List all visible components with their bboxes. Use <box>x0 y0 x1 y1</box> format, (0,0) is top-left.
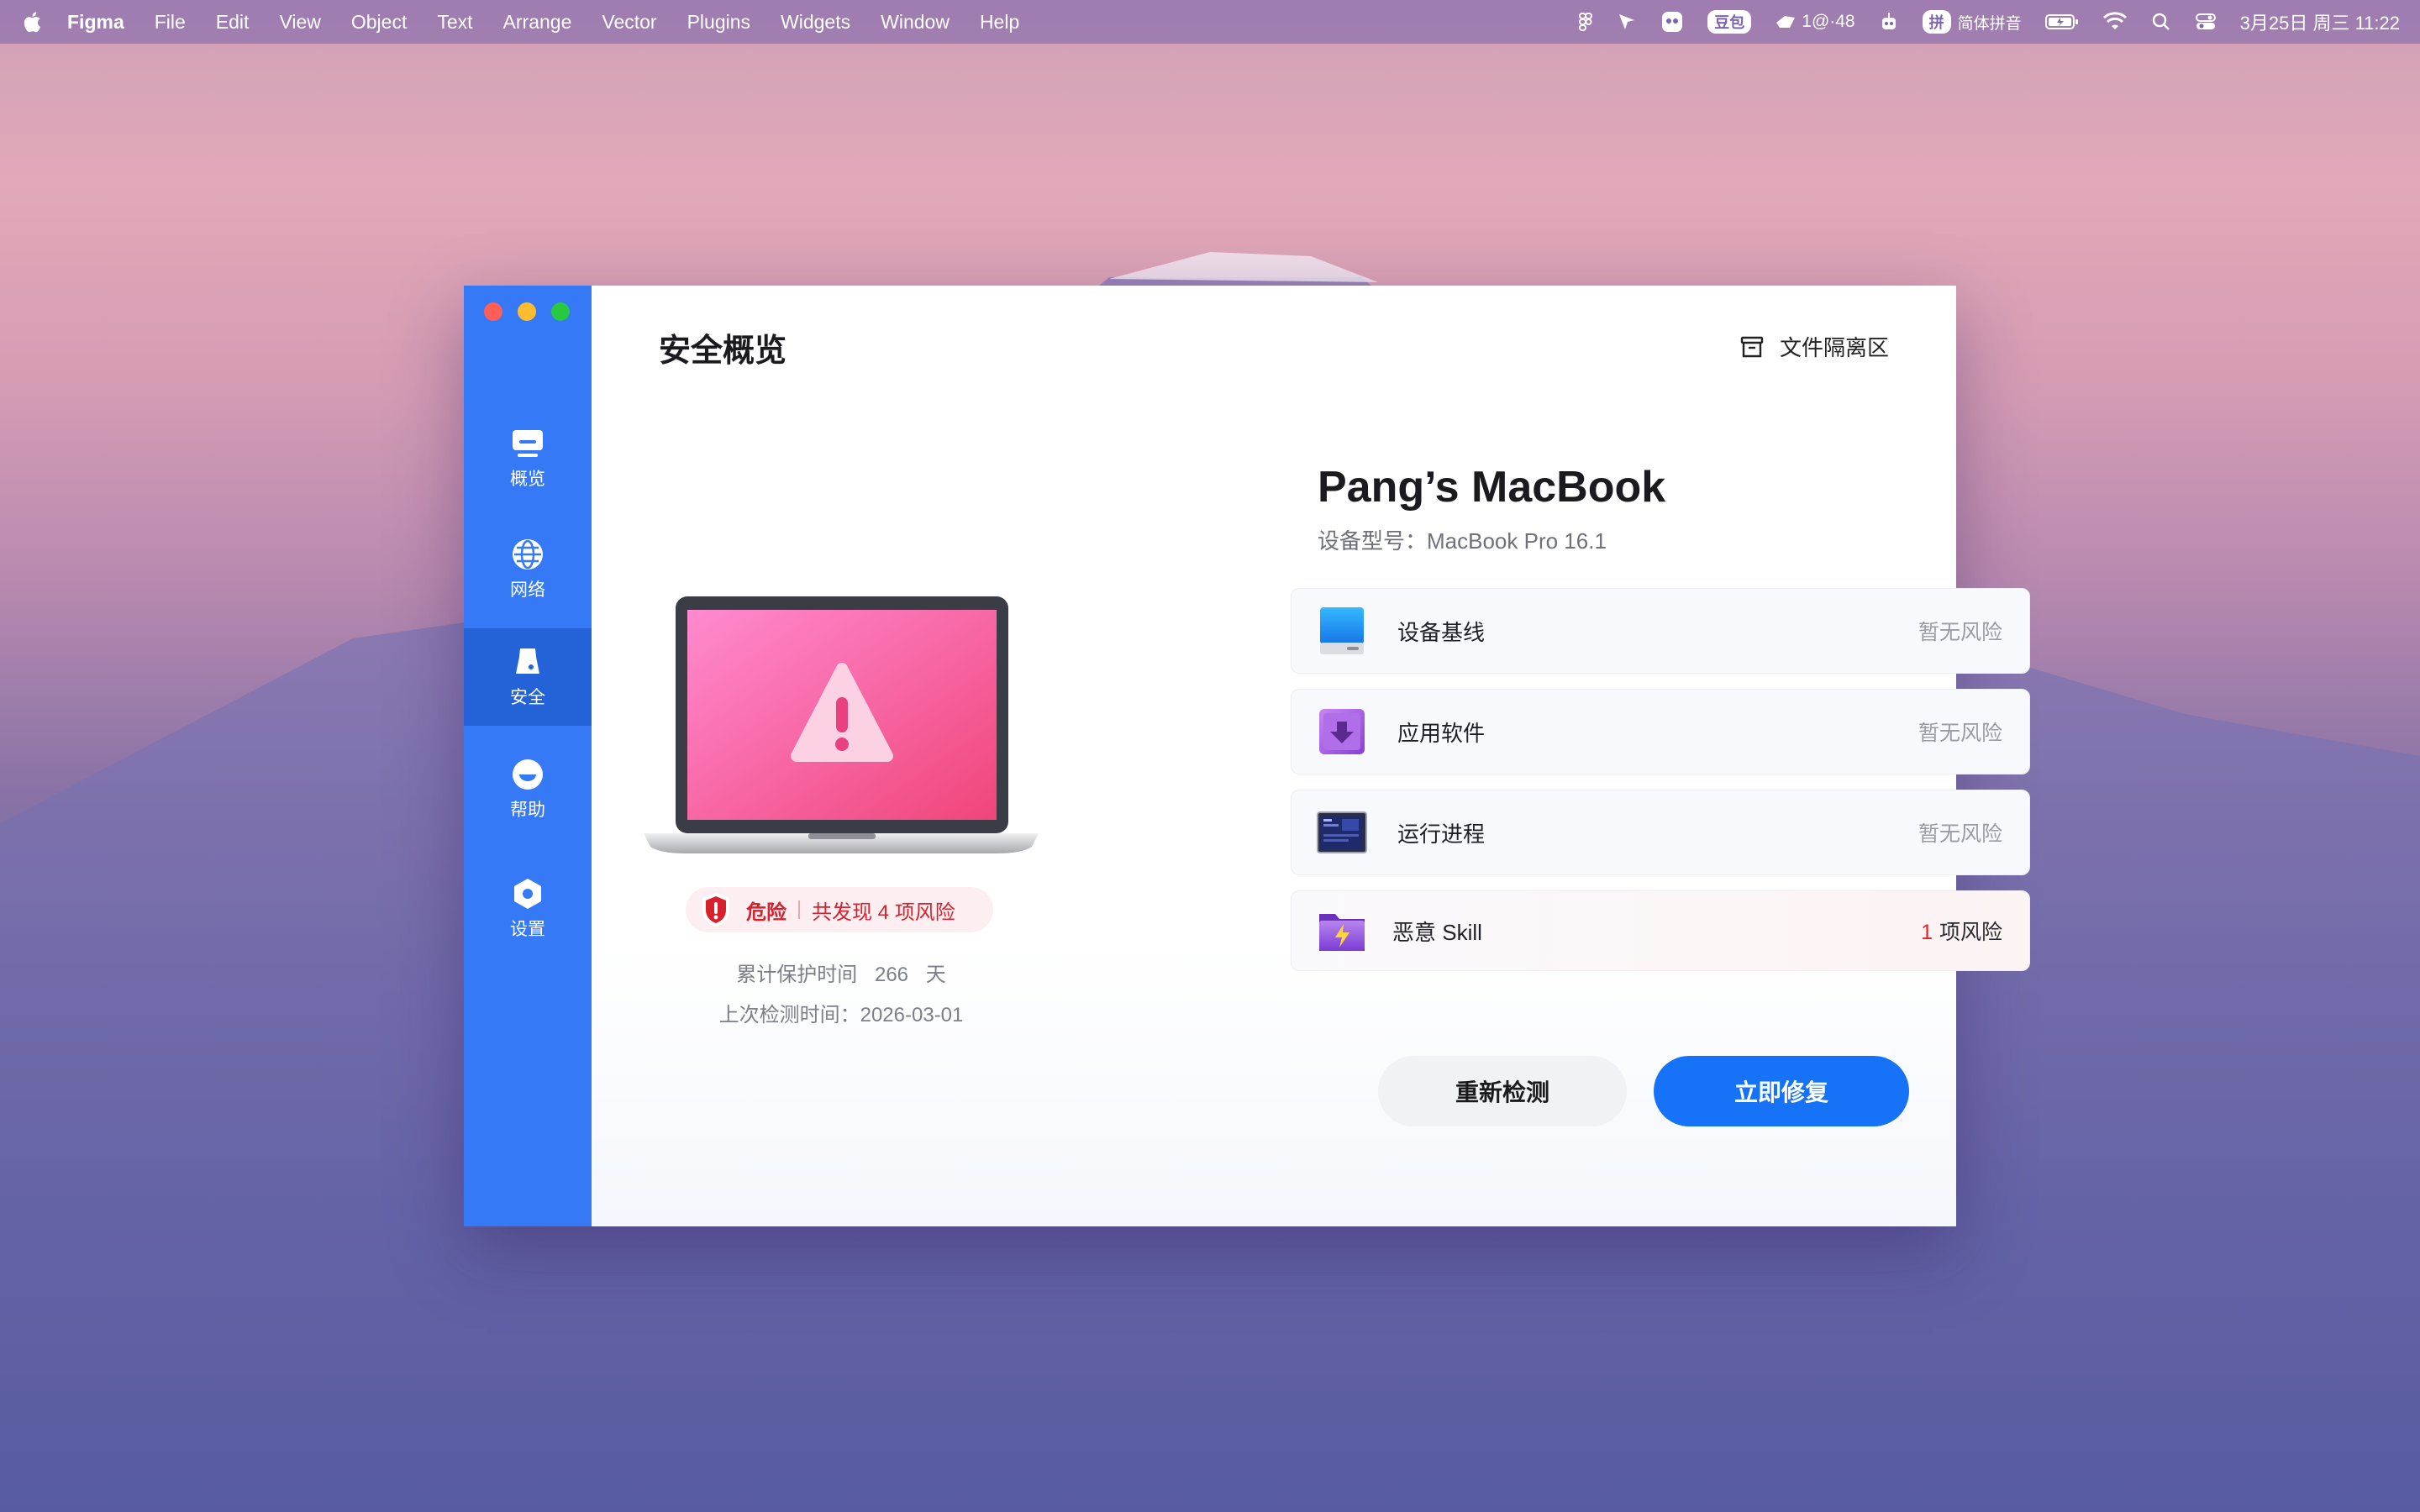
monitor-icon <box>513 430 543 457</box>
sidebar-item-label: 网络 <box>510 580 545 600</box>
ime-badge: 拼 <box>1922 10 1951 34</box>
menu-app-name[interactable]: Figma <box>67 11 124 34</box>
last-scan-value: 2026-03-01 <box>860 1004 964 1026</box>
check-label: 设备基线 <box>1397 619 1486 645</box>
menu-bar: Figma File Edit View Object Text Arrange… <box>0 0 2420 44</box>
check-label: 运行进程 <box>1397 821 1486 847</box>
zoom-window-button[interactable] <box>551 302 570 321</box>
sidebar-item-label: 设置 <box>510 920 545 939</box>
sidebar: 概览 网络 安全 帮助 设置 <box>464 286 592 1226</box>
menu-plugins[interactable]: Plugins <box>687 11 750 34</box>
sidebar-item-label: 概览 <box>510 470 545 489</box>
window-controls <box>484 302 570 321</box>
check-status: 1 项风险 <box>1921 916 2002 946</box>
device-model: 设备型号：MacBook Pro 16.1 <box>1318 524 1607 555</box>
app-window: 概览 网络 安全 帮助 设置 安全概览 文件隔离区 危险 共发现 4 项风险 累… <box>464 286 2030 1226</box>
risk-found-text: 共发现 4 项风险 <box>812 895 955 925</box>
process-screen-icon <box>1317 811 1367 853</box>
risk-found-count: 4 <box>877 900 890 924</box>
check-row-malicious-skill[interactable]: 恶意 Skill 1 项风险 <box>1291 890 2030 971</box>
menubar-clock[interactable]: 3月25日 周三 11:22 <box>2240 8 2400 35</box>
sidebar-item-overview[interactable]: 概览 <box>464 410 592 507</box>
doubao-badge[interactable]: 豆包 <box>1707 10 1752 34</box>
protection-time: 累计保护时间 266 天 <box>592 958 1091 987</box>
sidebar-item-help[interactable]: 帮助 <box>464 741 592 838</box>
check-row-baseline[interactable]: 设备基线 暂无风险 <box>1291 588 2030 674</box>
sidebar-item-label: 帮助 <box>510 801 545 820</box>
quarantine-button[interactable]: 文件隔离区 <box>1739 331 1889 362</box>
device-model-label: 设备型号： <box>1318 528 1428 554</box>
archive-box-icon <box>1740 336 1764 357</box>
risk-count: 1 <box>1921 921 1933 944</box>
risk-found-suffix: 项风险 <box>889 900 955 924</box>
check-status: 暂无风险 <box>1918 621 2002 644</box>
close-window-button[interactable] <box>484 302 502 321</box>
wifi-icon[interactable] <box>2102 12 2128 32</box>
send-arrow-icon[interactable] <box>1617 12 1637 32</box>
risk-level-label: 危险 <box>746 900 786 924</box>
fix-now-button[interactable]: 立即修复 <box>1654 1056 1909 1126</box>
divider <box>798 900 800 919</box>
spotlight-search-icon[interactable] <box>2151 12 2171 32</box>
check-status: 暂无风险 <box>1918 722 2002 745</box>
quarantine-label: 文件隔离区 <box>1779 335 1889 360</box>
figma-tray-icon[interactable] <box>1578 12 1593 32</box>
risk-unit: 项风险 <box>1939 921 2002 944</box>
menu-widgets[interactable]: Widgets <box>781 11 850 34</box>
control-center-icon[interactable] <box>2195 12 2217 32</box>
sidebar-item-network[interactable]: 网络 <box>464 521 592 618</box>
menu-edit[interactable]: Edit <box>216 11 250 34</box>
menu-vector[interactable]: Vector <box>602 11 656 34</box>
protection-time-value: 266 <box>874 963 909 986</box>
app-download-icon <box>1319 709 1365 754</box>
menu-help[interactable]: Help <box>980 11 1019 34</box>
menu-object[interactable]: Object <box>351 11 407 34</box>
menu-file[interactable]: File <box>155 11 186 34</box>
skill-folder-icon <box>1319 914 1365 951</box>
security-icon <box>516 648 539 674</box>
apple-icon[interactable] <box>20 9 42 34</box>
sidebar-item-settings[interactable]: 设置 <box>464 860 592 958</box>
menu-text[interactable]: Text <box>437 11 472 34</box>
check-label: 恶意 Skill <box>1392 919 1482 945</box>
device-name: Pang’s MacBook <box>1318 463 1666 512</box>
last-scan-time: 上次检测时间：2026-03-01 <box>592 998 1091 1027</box>
protection-time-unit: 天 <box>925 963 946 986</box>
check-row-processes[interactable]: 运行进程 暂无风险 <box>1291 790 2030 875</box>
risk-status-badge: 危险 共发现 4 项风险 <box>686 887 993 932</box>
menu-window[interactable]: Window <box>881 11 950 34</box>
menu-arrange[interactable]: Arrange <box>503 11 572 34</box>
battery-icon[interactable] <box>2044 13 2079 30</box>
check-label: 应用软件 <box>1397 720 1486 746</box>
sidebar-item-security[interactable]: 安全 <box>464 628 592 726</box>
disk-icon <box>1320 607 1364 654</box>
page-title: 安全概览 <box>659 333 787 369</box>
ime-label: 简体拼音 <box>1957 14 2022 33</box>
check-status: 暂无风险 <box>1918 822 2002 846</box>
rescan-button[interactable]: 重新检测 <box>1378 1056 1627 1126</box>
device-model-value: MacBook Pro 16.1 <box>1427 528 1607 554</box>
globe-icon <box>513 539 543 570</box>
status-tray: 豆包 1@·48 拼 简体拼音 3月25日 周三 11:22 <box>1555 8 2400 35</box>
help-icon <box>513 759 543 790</box>
sidebar-item-label: 安全 <box>510 688 545 707</box>
menu-view[interactable]: View <box>279 11 320 34</box>
check-row-apps[interactable]: 应用软件 暂无风险 <box>1291 689 2030 774</box>
protection-time-label: 累计保护时间 <box>736 963 858 986</box>
last-scan-label: 上次检测时间： <box>718 1004 860 1026</box>
laptop-warning-illustration <box>644 596 1039 853</box>
counter-label: 1@·48 <box>1802 12 1855 31</box>
main-panel: 安全概览 文件隔离区 危险 共发现 4 项风险 累计保护时间 266 天 上次检… <box>592 286 2030 1226</box>
shield-alert-icon <box>702 893 729 927</box>
risk-found-prefix: 共发现 <box>812 900 878 924</box>
robot-icon[interactable] <box>1879 11 1899 33</box>
settings-icon <box>514 879 541 909</box>
input-method[interactable]: 拼 简体拼音 <box>1922 10 2022 34</box>
mask-app-icon[interactable] <box>1660 10 1684 34</box>
minimize-window-button[interactable] <box>518 302 536 321</box>
counter-widget[interactable]: 1@·48 <box>1775 12 1855 32</box>
